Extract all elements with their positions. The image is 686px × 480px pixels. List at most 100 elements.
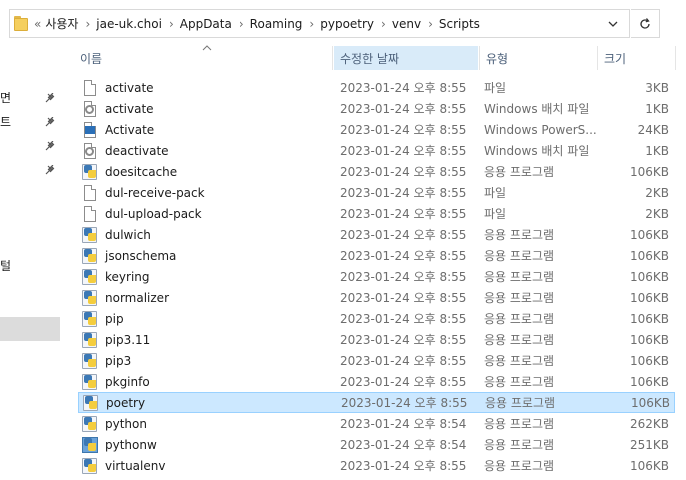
file-name-cell[interactable]: pip3 xyxy=(82,350,131,371)
file-row[interactable]: pip3.11 2023-01-24 오후 8:55 응용 프로그램 106KB xyxy=(78,329,675,350)
breadcrumb-overflow[interactable]: « xyxy=(34,17,41,31)
file-row[interactable]: dul-upload-pack 2023-01-24 오후 8:55 파일 2KB xyxy=(78,203,675,224)
file-row[interactable]: python 2023-01-24 오후 8:54 응용 프로그램 262KB xyxy=(78,413,675,434)
file-date: 2023-01-24 오후 8:55 xyxy=(340,354,467,368)
file-name: jsonschema xyxy=(105,248,177,263)
file-date: 2023-01-24 오후 8:54 xyxy=(340,417,467,431)
nav-item-selected[interactable] xyxy=(0,317,60,341)
chevron-right-icon[interactable]: › xyxy=(169,17,174,31)
refresh-icon xyxy=(640,17,650,29)
file-date: 2023-01-24 오후 8:55 xyxy=(341,396,468,410)
file-name-cell[interactable]: dul-receive-pack xyxy=(82,182,205,203)
python-app-icon xyxy=(82,310,98,327)
address-bar[interactable]: « 사용자 › jae-uk.choi › AppData › Roaming … xyxy=(9,9,630,38)
file-row[interactable]: normalizer 2023-01-24 오후 8:55 응용 프로그램 106KB xyxy=(78,287,675,308)
nav-item-label[interactable]: 털 xyxy=(0,257,11,274)
chevron-right-icon[interactable]: › xyxy=(239,17,244,31)
file-size: 106KB xyxy=(629,458,669,473)
file-row[interactable]: pip 2023-01-24 오후 8:55 응용 프로그램 106KB xyxy=(78,308,675,329)
file-size: 106KB xyxy=(629,269,669,284)
file-size: 1KB xyxy=(645,143,669,158)
file-name-cell[interactable]: activate xyxy=(82,98,154,119)
breadcrumb-item[interactable]: venv xyxy=(392,17,421,31)
file-row[interactable]: poetry 2023-01-24 오후 8:55 응용 프로그램 106KB xyxy=(78,392,675,413)
column-header: 이름 수정한 날짜 유형 크기 xyxy=(60,45,686,72)
file-row[interactable]: jsonschema 2023-01-24 오후 8:55 응용 프로그램 106KB xyxy=(78,245,675,266)
breadcrumb-item[interactable]: AppData xyxy=(180,17,232,31)
file-row[interactable]: Activate 2023-01-24 오후 8:55 Windows PowerS… xyxy=(78,119,675,140)
file-type: 파일 xyxy=(484,81,507,95)
file-date: 2023-01-24 오후 8:55 xyxy=(340,333,467,347)
file-date: 2023-01-24 오후 8:55 xyxy=(340,270,467,284)
file-date: 2023-01-24 오후 8:55 xyxy=(340,144,467,158)
file-name-cell[interactable]: keyring xyxy=(82,266,150,287)
breadcrumb-item[interactable]: 사용자 xyxy=(45,15,78,32)
breadcrumb-item[interactable]: pypoetry xyxy=(320,17,374,31)
file-name-cell[interactable]: pkginfo xyxy=(82,371,150,392)
chevron-right-icon[interactable]: › xyxy=(309,17,314,31)
file-type: 응용 프로그램 xyxy=(484,417,555,431)
file-name-cell[interactable]: doesitcache xyxy=(82,161,177,182)
file-row[interactable]: pkginfo 2023-01-24 오후 8:55 응용 프로그램 106KB xyxy=(78,371,675,392)
nav-item-label[interactable]: 면 xyxy=(0,89,11,106)
file-type: Windows 배치 파일 xyxy=(484,144,590,158)
column-size[interactable]: 크기 xyxy=(598,46,676,70)
python-app-icon xyxy=(82,331,98,348)
file-name-cell[interactable]: pythonw xyxy=(82,434,157,455)
file-date: 2023-01-24 오후 8:55 xyxy=(340,102,467,116)
file-row[interactable]: doesitcache 2023-01-24 오후 8:55 응용 프로그램 106K… xyxy=(78,161,675,182)
pin-icon[interactable] xyxy=(45,93,55,103)
file-name: dulwich xyxy=(105,227,151,242)
chevron-right-icon[interactable]: › xyxy=(428,17,433,31)
file-name-cell[interactable]: pip3.11 xyxy=(82,329,150,350)
chevron-right-icon[interactable]: › xyxy=(381,17,386,31)
file-type: 응용 프로그램 xyxy=(484,375,555,389)
file-name-cell[interactable]: normalizer xyxy=(82,287,169,308)
file-name-cell[interactable]: dulwich xyxy=(82,224,151,245)
python-app-icon xyxy=(82,226,98,243)
file-row[interactable]: pythonw 2023-01-24 오후 8:54 응용 프로그램 251KB xyxy=(78,434,675,455)
file-type: 응용 프로그램 xyxy=(484,459,555,473)
column-date-modified[interactable]: 수정한 날짜 xyxy=(334,46,478,70)
file-name-cell[interactable]: activate xyxy=(82,77,154,98)
pin-icon[interactable] xyxy=(45,117,55,127)
refresh-button[interactable] xyxy=(631,9,660,38)
file-size: 24KB xyxy=(637,122,669,137)
file-name-cell[interactable]: deactivate xyxy=(82,140,169,161)
chevron-right-icon[interactable]: › xyxy=(85,17,90,31)
breadcrumb-item[interactable]: jae-uk.choi xyxy=(96,17,162,31)
file-row[interactable]: dul-receive-pack 2023-01-24 오후 8:55 파일 2KB xyxy=(78,182,675,203)
batch-file-icon xyxy=(82,142,98,159)
file-type: 응용 프로그램 xyxy=(484,438,555,452)
file-name-cell[interactable]: python xyxy=(82,413,147,434)
file-name-cell[interactable]: Activate xyxy=(82,119,154,140)
file-size: 106KB xyxy=(629,353,669,368)
file-row[interactable]: pip3 2023-01-24 오후 8:55 응용 프로그램 106KB xyxy=(78,350,675,371)
file-size: 2KB xyxy=(645,185,669,200)
file-name-cell[interactable]: jsonschema xyxy=(82,245,176,266)
breadcrumb-item[interactable]: Scripts xyxy=(439,17,480,31)
file-row[interactable]: keyring 2023-01-24 오후 8:55 응용 프로그램 106KB xyxy=(78,266,675,287)
nav-item-label[interactable]: 트 xyxy=(0,113,11,130)
file-name-cell[interactable]: virtualenv xyxy=(82,455,165,476)
column-type[interactable]: 유형 xyxy=(480,46,597,70)
file-icon xyxy=(82,79,98,96)
pin-icon[interactable] xyxy=(45,165,55,175)
file-date: 2023-01-24 오후 8:55 xyxy=(340,123,467,137)
file-row[interactable]: activate 2023-01-24 오후 8:55 파일 3KB xyxy=(78,77,675,98)
file-size: 3KB xyxy=(645,80,669,95)
pin-icon[interactable] xyxy=(45,141,55,151)
file-name-cell[interactable]: pip xyxy=(82,308,124,329)
file-type: 응용 프로그램 xyxy=(484,354,555,368)
file-row[interactable]: dulwich 2023-01-24 오후 8:55 응용 프로그램 106KB xyxy=(78,224,675,245)
file-type: 응용 프로그램 xyxy=(484,270,555,284)
breadcrumb-item[interactable]: Roaming xyxy=(250,17,303,31)
file-row[interactable]: deactivate 2023-01-24 오후 8:55 Windows 배치 파… xyxy=(78,140,675,161)
file-size: 106KB xyxy=(629,311,669,326)
column-name[interactable]: 이름 xyxy=(74,46,332,70)
chevron-down-icon[interactable] xyxy=(607,18,619,30)
file-row[interactable]: activate 2023-01-24 오후 8:55 Windows 배치 파일 1… xyxy=(78,98,675,119)
file-row[interactable]: virtualenv 2023-01-24 오후 8:55 응용 프로그램 106KB xyxy=(78,455,675,476)
file-name-cell[interactable]: poetry xyxy=(83,392,145,413)
file-name-cell[interactable]: dul-upload-pack xyxy=(82,203,202,224)
